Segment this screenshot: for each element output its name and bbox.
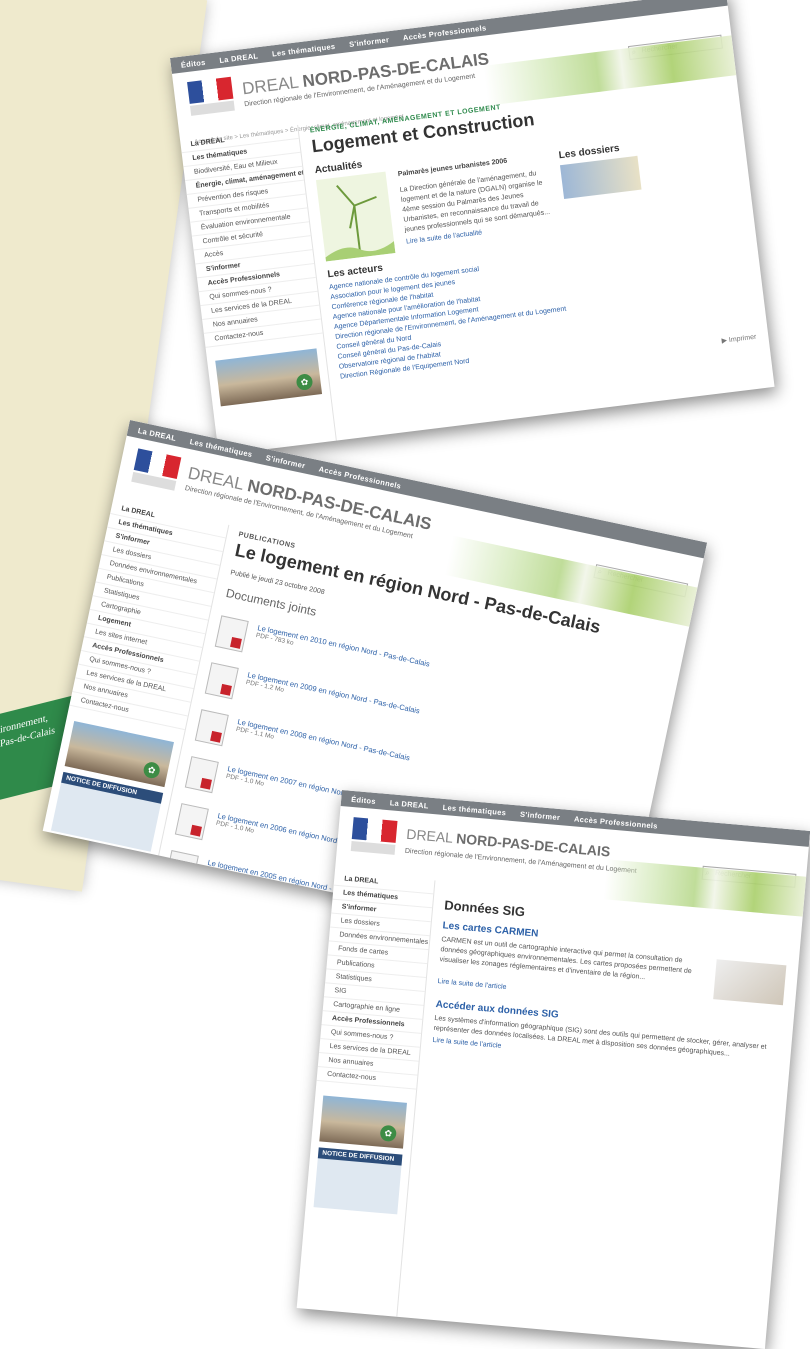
wind-turbine-image xyxy=(315,171,396,262)
nav-item[interactable]: Éditos xyxy=(180,57,206,69)
section-thumbnail xyxy=(713,959,787,1006)
dossier-thumbnail[interactable] xyxy=(559,155,642,200)
nav-item[interactable]: La DREAL xyxy=(389,798,429,810)
pdf-icon xyxy=(204,662,239,700)
pdf-icon xyxy=(184,756,219,794)
nav-item[interactable]: Éditos xyxy=(351,794,376,805)
leaf-icon: ✿ xyxy=(142,760,162,780)
notice-label: NOTICE DE DIFFUSION xyxy=(317,1147,403,1166)
sidebar-photo[interactable]: ✿ xyxy=(215,348,323,407)
screenshot-donnees-sig: Éditos La DREAL Les thématiques S'inform… xyxy=(296,790,810,1349)
leaf-icon: ✿ xyxy=(295,373,314,391)
pdf-icon xyxy=(214,615,249,653)
pdf-icon xyxy=(174,803,209,841)
leaf-icon: ✿ xyxy=(379,1124,397,1143)
screenshot-logement-construction: Éditos La DREAL Les thématiques S'inform… xyxy=(170,0,775,456)
logo-text xyxy=(350,841,396,855)
nav-item[interactable]: La DREAL xyxy=(219,51,259,65)
nav-item[interactable]: S'informer xyxy=(520,809,561,821)
brand-prefix: DREAL xyxy=(405,825,457,847)
notice-box[interactable]: NOTICE DE DIFFUSION xyxy=(313,1147,403,1215)
nav-item[interactable]: S'informer xyxy=(349,35,390,49)
republic-flag-logo xyxy=(187,76,234,104)
pdf-icon xyxy=(194,709,229,747)
sidebar: La DREAL Les thématiques Biodiversité, E… xyxy=(179,124,337,456)
main-content: ÉNERGIE, CLIMAT, AMÉNAGEMENT ET LOGEMENT… xyxy=(310,77,763,440)
main-content: Données SIG Les cartes CARMEN CARMEN est… xyxy=(408,885,791,1348)
pdf-icon xyxy=(164,850,199,888)
sidebar-photo[interactable]: ✿ xyxy=(319,1095,407,1149)
republic-flag-logo xyxy=(351,817,398,843)
